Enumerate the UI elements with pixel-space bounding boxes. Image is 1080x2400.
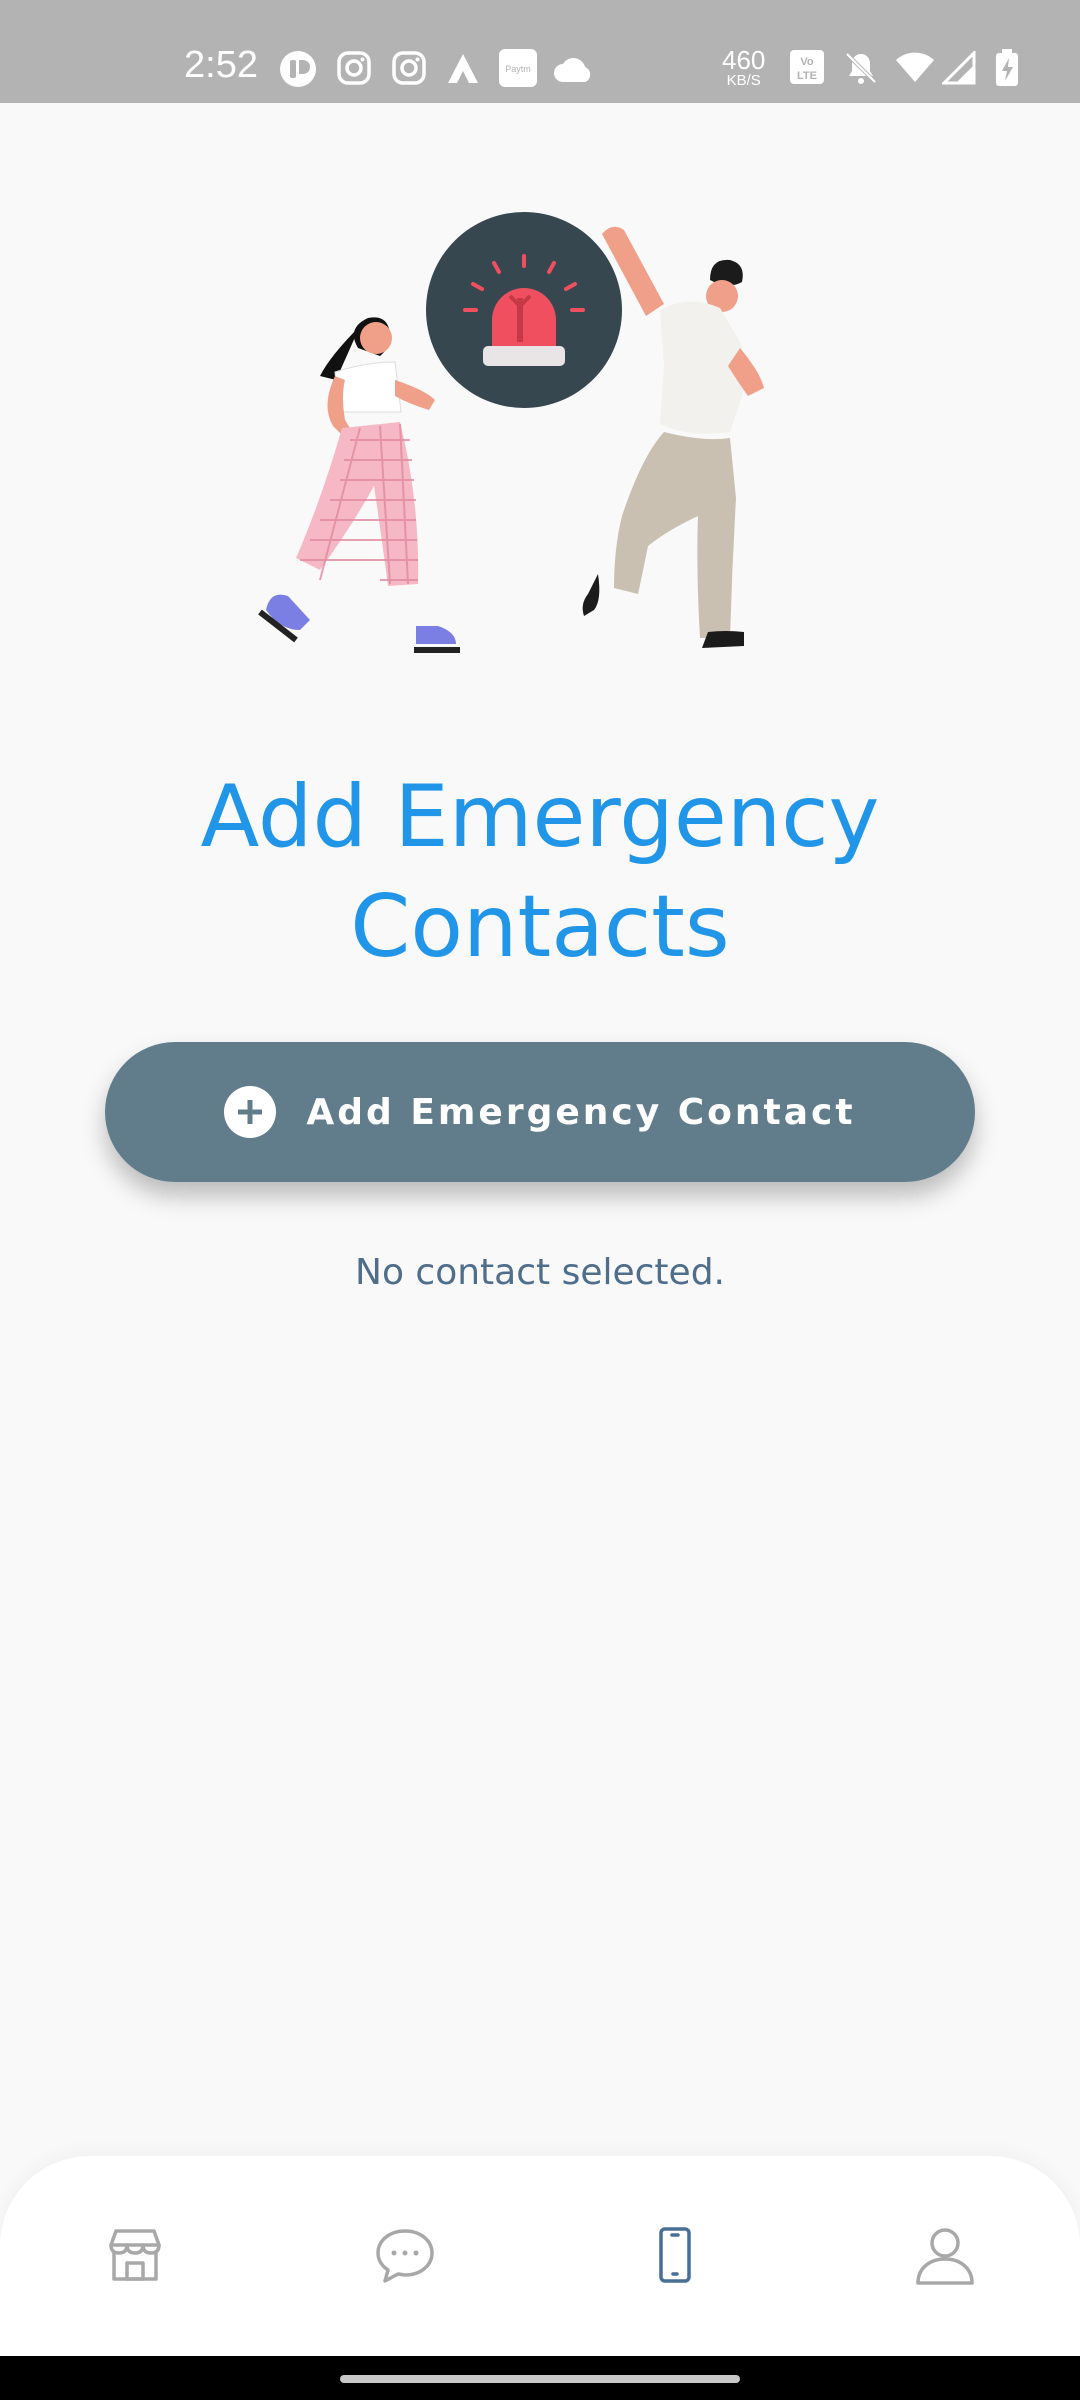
page-title: Add Emergency Contacts [0, 762, 1080, 982]
nav-item-profile[interactable] [900, 2212, 990, 2302]
home-indicator[interactable] [340, 2375, 740, 2383]
gesture-bar [0, 2356, 1080, 2400]
nav-item-store[interactable] [90, 2212, 180, 2302]
siren-icon [426, 212, 622, 408]
net-speed-unit: KB/S [726, 72, 761, 89]
wifi-icon [895, 52, 935, 89]
mute-icon [843, 50, 879, 91]
store-icon [103, 2223, 167, 2292]
volte-icon: Vo LTE [789, 49, 825, 90]
emergency-illustration [240, 200, 840, 690]
status-time: 2:52 [184, 44, 258, 86]
chat-icon [373, 2223, 437, 2292]
svg-text:Vo: Vo [800, 56, 814, 68]
net-speed: 460 KB/S [722, 47, 765, 88]
status-bar: 2:52 Paytm 460 KB/S Vo LTE [0, 0, 1080, 103]
svg-text:LTE: LTE [797, 70, 817, 82]
nav-item-chat[interactable] [360, 2212, 450, 2302]
net-speed-value: 460 [722, 45, 766, 75]
profile-icon [913, 2223, 977, 2292]
paytm-label: Paytm [505, 64, 531, 74]
woman-figure [258, 317, 460, 653]
airtel-icon [445, 50, 481, 91]
app-icon [279, 50, 317, 93]
phone-icon [643, 2223, 707, 2292]
signal-icon [940, 49, 976, 90]
instagram-icon [391, 50, 427, 91]
plus-icon [224, 1086, 277, 1138]
add-emergency-contact-button[interactable]: Add Emergency Contact [105, 1042, 975, 1182]
empty-message: No contact selected. [355, 1252, 725, 1293]
instagram-icon [336, 50, 372, 91]
paytm-icon: Paytm [498, 48, 538, 93]
bottom-nav [0, 2156, 1080, 2356]
page-title-line2: Contacts [350, 877, 730, 977]
battery-charging-icon [995, 49, 1019, 92]
nav-item-phone[interactable] [630, 2212, 720, 2302]
page-title-line1: Add Emergency [200, 767, 880, 867]
cloud-icon [553, 54, 595, 89]
add-emergency-contact-label: Add Emergency Contact [306, 1091, 856, 1133]
